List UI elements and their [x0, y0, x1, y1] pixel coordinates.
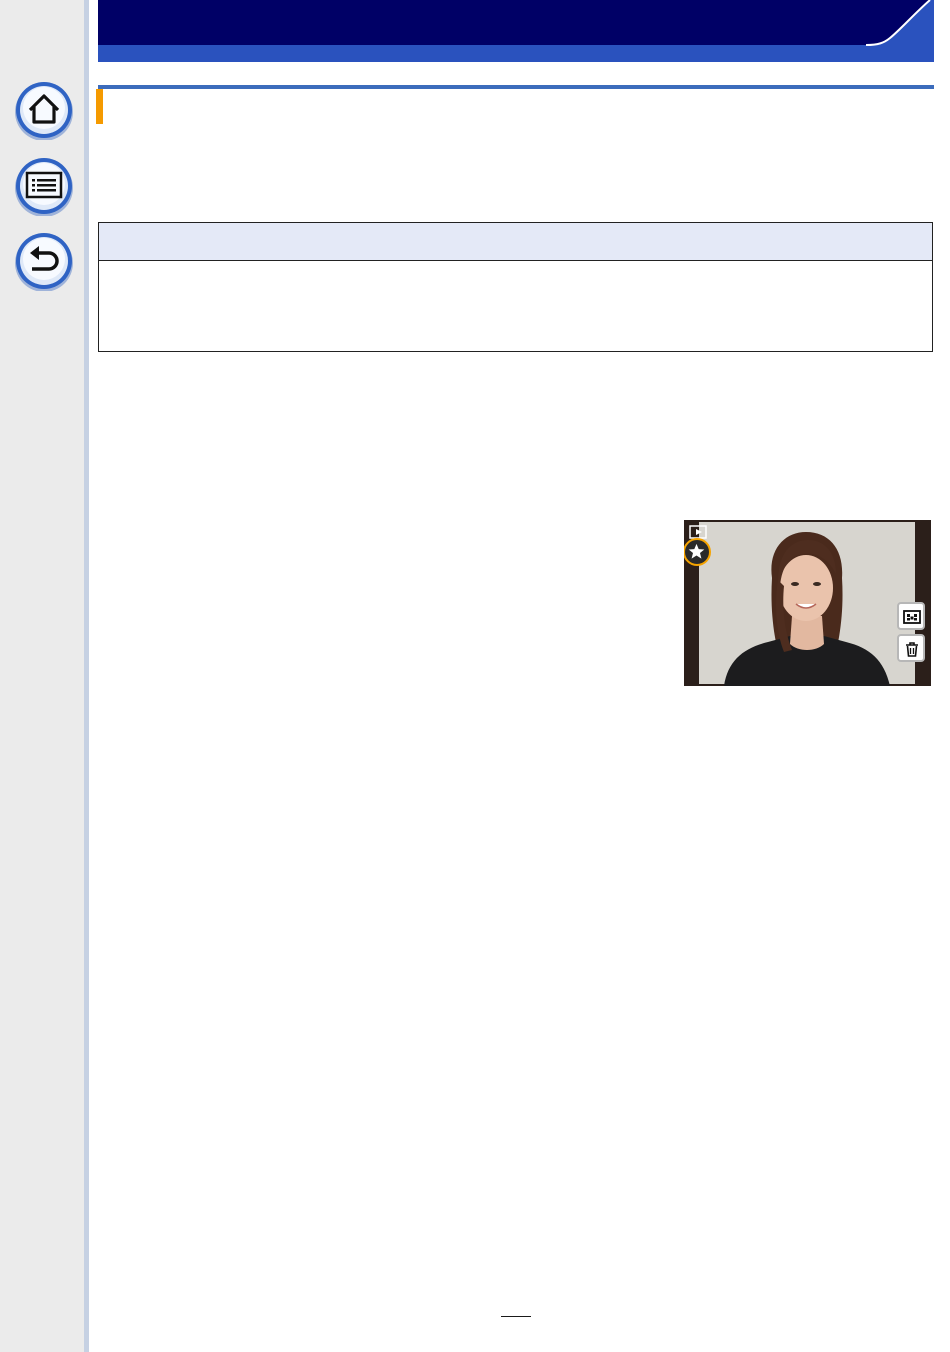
sidebar-divider — [84, 0, 89, 1352]
section-marker — [96, 89, 103, 124]
delete-button[interactable] — [897, 634, 925, 662]
home-button[interactable] — [14, 80, 74, 140]
portrait-photo — [684, 520, 931, 686]
page-number — [501, 1300, 531, 1317]
filter-icon — [903, 610, 921, 624]
trash-icon — [906, 642, 918, 657]
camera-screen — [684, 520, 931, 686]
note-box — [98, 222, 933, 352]
playback-icon — [689, 525, 707, 539]
section-rule — [98, 85, 934, 89]
home-icon — [15, 82, 73, 140]
contents-button[interactable] — [14, 156, 74, 216]
note-body-text — [99, 261, 932, 281]
note-header — [99, 223, 932, 261]
note-header-text — [99, 223, 932, 241]
favorite-star-icon[interactable] — [684, 538, 711, 566]
header-banner — [98, 0, 934, 62]
list-icon — [15, 158, 73, 216]
return-icon — [15, 233, 73, 291]
back-button[interactable] — [14, 231, 74, 291]
filter-button[interactable] — [897, 602, 925, 630]
